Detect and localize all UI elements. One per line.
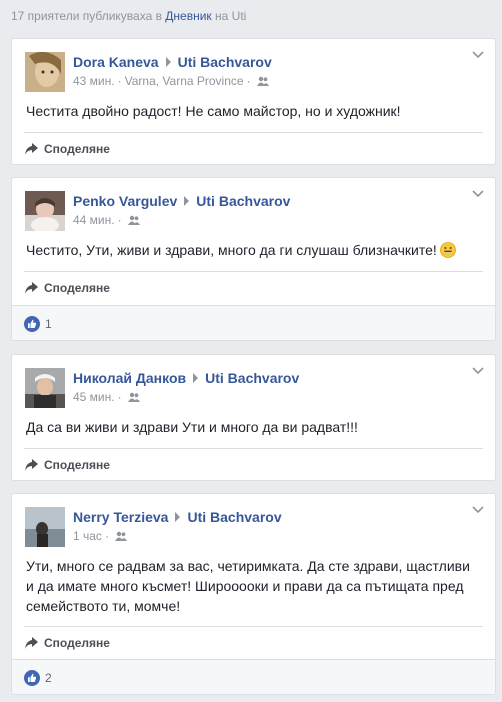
like-count[interactable]: 1 [45, 317, 52, 331]
author-name[interactable]: Николай Данков [73, 370, 186, 386]
share-button[interactable]: Споделяне [25, 636, 110, 650]
separator-dot: · [246, 74, 251, 88]
share-label: Споделяне [44, 458, 110, 472]
share-button[interactable]: Споделяне [25, 458, 110, 472]
separator-dot: · [117, 213, 122, 227]
share-arrow-icon [25, 637, 38, 649]
chevron-down-icon[interactable] [472, 51, 484, 59]
share-arrow-icon [25, 143, 38, 155]
separator-dot: · [117, 74, 122, 88]
to-arrow-icon [175, 512, 181, 523]
post-time[interactable]: 43 мин. [73, 74, 115, 88]
share-label: Споделяне [44, 636, 110, 650]
header-prefix: 17 приятели публикуваха в [11, 9, 162, 23]
feed-header: 17 приятели публикуваха в Дневник на Uti [11, 9, 246, 23]
post-text: Ути, много се радвам за вас, четиримката… [26, 558, 470, 614]
share-button[interactable]: Споделяне [25, 281, 110, 295]
post-text: Честита двойно радост! Не само майстор, … [26, 103, 401, 119]
post-time[interactable]: 1 час [73, 529, 102, 543]
post-location[interactable]: Varna, Varna Province [125, 74, 244, 88]
chevron-down-icon[interactable] [472, 367, 484, 375]
avatar[interactable] [25, 507, 65, 547]
to-arrow-icon [165, 57, 171, 68]
chevron-down-icon[interactable] [472, 190, 484, 198]
friends-icon [114, 531, 127, 541]
share-label: Споделяне [44, 142, 110, 156]
post-card: Dora Kaneva Uti Bachvarov 43 мин. · Varna, … [11, 38, 496, 165]
share-arrow-icon [25, 282, 38, 294]
author-name[interactable]: Dora Kaneva [73, 54, 159, 70]
avatar[interactable] [25, 52, 65, 92]
post-time[interactable]: 44 мин. [73, 213, 115, 227]
post-text: Да са ви живи и здрави Ути и много да ви… [26, 419, 358, 435]
reactions-bar[interactable]: 2 [12, 659, 495, 694]
chevron-down-icon[interactable] [472, 506, 484, 514]
author-name[interactable]: Nerry Terzieva [73, 509, 168, 525]
friends-icon [127, 215, 140, 225]
target-name[interactable]: Uti Bachvarov [205, 370, 299, 386]
friends-icon [127, 392, 140, 402]
target-name[interactable]: Uti Bachvarov [187, 509, 281, 525]
share-arrow-icon [25, 459, 38, 471]
author-name[interactable]: Penko Vargulev [73, 193, 177, 209]
friends-icon [256, 76, 269, 86]
share-label: Споделяне [44, 281, 110, 295]
like-thumb-icon [24, 670, 40, 686]
post-card: Николай Данков Uti Bachvarov 45 мин. · Да … [11, 354, 496, 481]
post-card: Nerry Terzieva Uti Bachvarov 1 час · Ути, … [11, 493, 496, 695]
target-name[interactable]: Uti Bachvarov [178, 54, 272, 70]
share-button[interactable]: Споделяне [25, 142, 110, 156]
post-text: Честито, Ути, живи и здрави, много да ги… [26, 242, 437, 258]
separator-dot: · [104, 529, 109, 543]
post-text-container: Честито, Ути, живи и здрави, много да ги… [12, 234, 495, 260]
post-time[interactable]: 45 мин. [73, 390, 115, 404]
smile-emoji-icon [439, 242, 456, 258]
to-arrow-icon [193, 373, 199, 384]
header-link-diary[interactable]: Дневник [165, 9, 211, 23]
post-card: Penko Vargulev Uti Bachvarov 44 мин. · Чес… [11, 177, 496, 341]
to-arrow-icon [184, 196, 190, 207]
separator-dot: · [117, 390, 122, 404]
reactions-bar[interactable]: 1 [12, 305, 495, 340]
target-name[interactable]: Uti Bachvarov [196, 193, 290, 209]
avatar[interactable] [25, 191, 65, 231]
like-thumb-icon [24, 316, 40, 332]
header-suffix: на Uti [215, 9, 247, 23]
avatar[interactable] [25, 368, 65, 408]
like-count[interactable]: 2 [45, 671, 52, 685]
